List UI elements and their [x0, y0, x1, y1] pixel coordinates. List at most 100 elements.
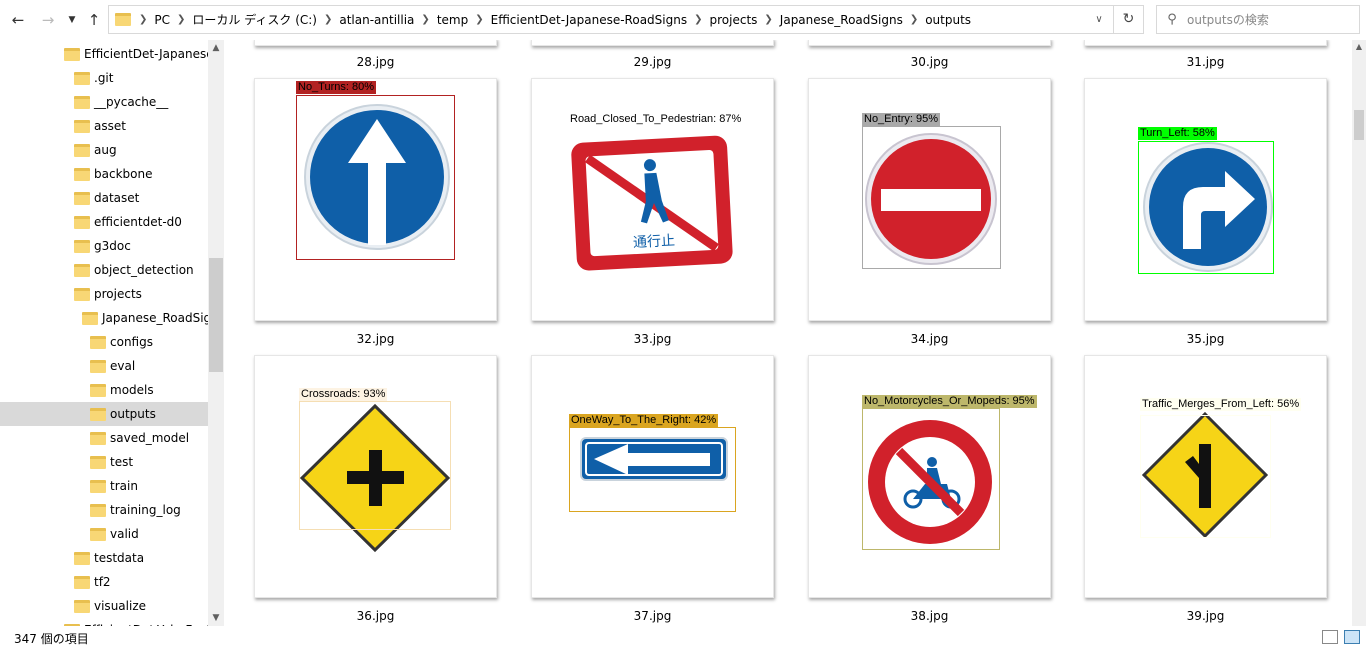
thumbnail-37[interactable]: OneWay_To_The_Right: 42% [531, 355, 774, 598]
breadcrumb-local-disk[interactable]: ローカル ディスク (C:) [187, 11, 322, 28]
scroll-up-icon[interactable]: ▲ [1352, 40, 1366, 54]
folder-icon [90, 527, 106, 541]
breadcrumb-efficientdet[interactable]: EfficientDet-Japanese-RoadSigns [486, 13, 693, 27]
thumbnail-31[interactable] [1084, 40, 1327, 46]
content-scrollbar[interactable]: ▲ [1352, 40, 1366, 626]
sidebar-item-outputs[interactable]: outputs [0, 402, 208, 426]
sidebar-item-label: configs [110, 335, 153, 349]
sidebar-item-object-detection[interactable]: object_detection [0, 258, 208, 282]
breadcrumb-atlan-antillia[interactable]: atlan-antillia [334, 13, 419, 27]
sidebar-item-backbone[interactable]: backbone [0, 162, 208, 186]
sidebar-item-training-log[interactable]: training_log [0, 498, 208, 522]
sidebar-item-dataset[interactable]: dataset [0, 186, 208, 210]
search-input[interactable]: outputsの検索 [1187, 11, 1269, 28]
large-icons-view-icon[interactable] [1344, 630, 1360, 644]
navigation-bar: ← → ▼ ↑ ❯ PC ❯ ローカル ディスク (C:) ❯ atlan-an… [0, 0, 1366, 40]
details-view-icon[interactable] [1322, 630, 1338, 644]
sidebar-item-efficientdet-yolo-featur[interactable]: EfficientDet-Yolo-Featur [0, 618, 208, 626]
file-name[interactable]: 28.jpg [254, 55, 497, 69]
address-dropdown-icon[interactable]: ∨ [1087, 6, 1111, 33]
sidebar-item-models[interactable]: models [0, 378, 208, 402]
sidebar-item-label: __pycache__ [94, 95, 169, 109]
thumbnail-33[interactable]: 通行止 Road_Closed_To_Pedestrian: 87% [531, 78, 774, 321]
sidebar-scroll-thumb[interactable] [209, 258, 223, 372]
folder-icon [90, 335, 106, 349]
thumbnail-38[interactable]: No_Motorcycles_Or_Mopeds: 95% [808, 355, 1051, 598]
sidebar-item-label: training_log [110, 503, 181, 517]
sidebar-item-efficientdet-japanese-f[interactable]: EfficientDet-Japanese-F [0, 42, 208, 66]
thumbnail-30[interactable] [808, 40, 1051, 46]
sidebar-item-label: dataset [94, 191, 140, 205]
breadcrumb-pc[interactable]: PC [149, 13, 175, 27]
folder-icon [74, 287, 90, 301]
file-name[interactable]: 33.jpg [531, 332, 774, 346]
sidebar-item-train[interactable]: train [0, 474, 208, 498]
scroll-down-icon[interactable]: ▼ [208, 610, 224, 626]
file-name[interactable]: 39.jpg [1084, 609, 1327, 623]
detection-box [296, 95, 455, 260]
sidebar-item-pycache[interactable]: __pycache__ [0, 90, 208, 114]
sidebar-item-label: projects [94, 287, 142, 301]
scroll-up-icon[interactable]: ▲ [208, 40, 224, 56]
thumbnail-36[interactable]: Crossroads: 93% [254, 355, 497, 598]
sidebar-item-tf2[interactable]: tf2 [0, 570, 208, 594]
file-name[interactable]: 35.jpg [1084, 332, 1327, 346]
breadcrumb-projects[interactable]: projects [705, 13, 763, 27]
sidebar-item-asset[interactable]: asset [0, 114, 208, 138]
arrow-up-icon[interactable]: ↑ [84, 10, 104, 30]
svg-text:通行止: 通行止 [633, 233, 676, 251]
file-name[interactable]: 29.jpg [531, 55, 774, 69]
chevron-down-icon[interactable]: ▼ [62, 10, 82, 30]
file-name[interactable]: 31.jpg [1084, 55, 1327, 69]
file-view: 28.jpg 29.jpg 30.jpg 31.jpg No_Turns: 80… [226, 40, 1354, 626]
search-box[interactable]: ⚲ outputsの検索 [1156, 5, 1360, 34]
thumbnail-34[interactable]: No_Entry: 95% [808, 78, 1051, 321]
sidebar-item-testdata[interactable]: testdata [0, 546, 208, 570]
thumbnail-35[interactable]: Turn_Left: 58% [1084, 78, 1327, 321]
sidebar-item-label: object_detection [94, 263, 194, 277]
sidebar-item-label: asset [94, 119, 126, 133]
file-name[interactable]: 38.jpg [808, 609, 1051, 623]
address-bar[interactable]: ❯ PC ❯ ローカル ディスク (C:) ❯ atlan-antillia ❯… [108, 5, 1144, 34]
sidebar-item-efficientdet-d0[interactable]: efficientdet-d0 [0, 210, 208, 234]
content-scroll-thumb[interactable] [1354, 110, 1364, 140]
sidebar-item-projects[interactable]: projects [0, 282, 208, 306]
sidebar-item-test[interactable]: test [0, 450, 208, 474]
breadcrumb-temp[interactable]: temp [432, 13, 473, 27]
detection-label: Traffic_Merges_From_Left: 56% [1140, 398, 1302, 411]
sidebar-scrollbar[interactable]: ▲ ▼ [208, 40, 224, 626]
breadcrumb-japanese-roadsigns[interactable]: Japanese_RoadSigns [775, 13, 908, 27]
thumbnail-29[interactable] [531, 40, 774, 46]
file-name[interactable]: 32.jpg [254, 332, 497, 346]
breadcrumb-outputs[interactable]: outputs [920, 13, 976, 27]
file-name[interactable]: 30.jpg [808, 55, 1051, 69]
sidebar-item-label: g3doc [94, 239, 131, 253]
folder-icon [90, 455, 106, 469]
file-name[interactable]: 37.jpg [531, 609, 774, 623]
folder-icon [74, 119, 90, 133]
thumbnail-32[interactable]: No_Turns: 80% [254, 78, 497, 321]
file-name[interactable]: 36.jpg [254, 609, 497, 623]
sidebar-item-visualize[interactable]: visualize [0, 594, 208, 618]
detection-label: OneWay_To_The_Right: 42% [569, 414, 719, 427]
sidebar-item-git[interactable]: .git [0, 66, 208, 90]
sidebar-item-saved-model[interactable]: saved_model [0, 426, 208, 450]
sidebar-item-japanese-roadsigns[interactable]: Japanese_RoadSigns [0, 306, 208, 330]
thumbnail-39[interactable]: Traffic_Merges_From_Left: 56% [1084, 355, 1327, 598]
folder-icon [115, 13, 131, 26]
detection-label: Crossroads: 93% [299, 388, 388, 401]
file-name[interactable]: 34.jpg [808, 332, 1051, 346]
refresh-icon[interactable]: ↻ [1113, 6, 1143, 33]
folder-icon [82, 311, 98, 325]
folder-icon [74, 575, 90, 589]
item-count: 347 個の項目 [14, 631, 89, 646]
arrow-right-icon[interactable]: → [38, 10, 58, 30]
thumbnail-28[interactable] [254, 40, 497, 46]
sidebar-item-aug[interactable]: aug [0, 138, 208, 162]
sidebar-item-label: outputs [110, 407, 156, 421]
sidebar-item-configs[interactable]: configs [0, 330, 208, 354]
arrow-left-icon[interactable]: ← [8, 10, 28, 30]
sidebar-item-valid[interactable]: valid [0, 522, 208, 546]
sidebar-item-g3doc[interactable]: g3doc [0, 234, 208, 258]
sidebar-item-eval[interactable]: eval [0, 354, 208, 378]
